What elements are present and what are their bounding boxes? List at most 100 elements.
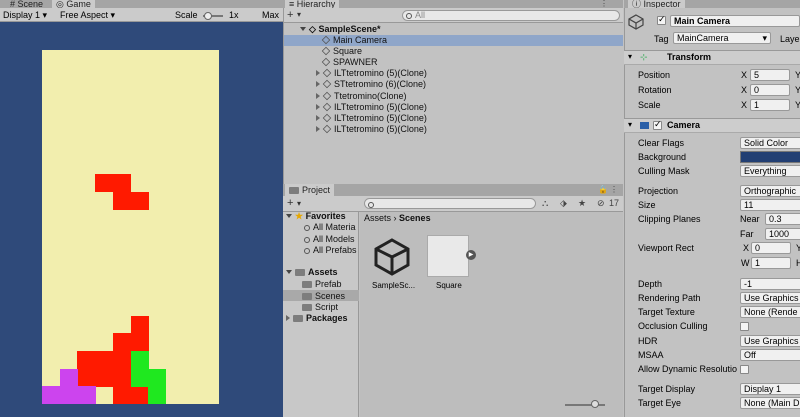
favorite-search-item[interactable]: All Models (304, 234, 355, 245)
rendering-path-label: Rendering Path (638, 293, 701, 303)
hierarchy-item[interactable]: ILTtetromino (5)(Clone) (316, 102, 427, 113)
expand-arrow-icon[interactable] (316, 81, 320, 88)
sprite-square-icon[interactable] (427, 235, 469, 277)
play-expand-icon[interactable]: ▶ (466, 250, 476, 260)
asset-folder-item[interactable]: Script (302, 302, 338, 313)
favorite-search-item[interactable]: All Prefabs (304, 245, 357, 256)
hierarchy-search-input[interactable]: All (402, 10, 620, 21)
favorite-search-item[interactable]: All Materia (304, 222, 356, 233)
camera-icon (640, 122, 649, 129)
menu-dots-icon[interactable]: ⋮ (610, 185, 618, 194)
clear-flags-dropdown[interactable]: Solid Color (740, 137, 800, 149)
active-checkbox[interactable]: ✓ (657, 14, 666, 25)
folder-icon (302, 304, 312, 311)
filter-type-icon[interactable]: ⛬ (542, 198, 548, 209)
target-texture-field[interactable]: None (Rende (740, 306, 800, 318)
chevron-down-icon[interactable]: ▾ (297, 9, 301, 21)
axis-y-label: Y (795, 85, 800, 95)
hdr-dropdown[interactable]: Use Graphics (740, 335, 800, 347)
axis-x-label: X (741, 100, 748, 110)
tab-project[interactable]: Project (285, 184, 335, 196)
asset-folder-item[interactable]: Prefab (302, 279, 342, 290)
gameobject-icon (628, 14, 644, 30)
object-name-field[interactable]: Main Camera (670, 15, 800, 27)
hierarchy-item-label: Ttetromino(Clone) (334, 90, 407, 101)
axis-x-field[interactable]: 5 (750, 69, 790, 81)
favorite-label: All Prefabs (313, 245, 357, 255)
asset-count: 17 (609, 198, 620, 208)
camera-header[interactable] (624, 118, 800, 133)
breadcrumb-scenes[interactable]: Scenes (399, 213, 431, 223)
assets-item[interactable]: Assets (286, 267, 338, 278)
hierarchy-item-label: SPAWNER (333, 57, 378, 68)
size-field[interactable]: 11 (740, 199, 800, 211)
target-eye-dropdown[interactable]: None (Main D (740, 397, 800, 409)
tab-inspector[interactable]: ⓘ Inspector (628, 0, 685, 9)
add-button[interactable]: + (287, 9, 293, 21)
folder-icon (295, 269, 305, 276)
hierarchy-item[interactable]: ILTtetromino (5)(Clone) (316, 113, 427, 124)
expand-arrow-icon[interactable] (316, 70, 320, 77)
viewport-w-field[interactable]: 1 (751, 257, 791, 269)
hierarchy-item[interactable]: ILTtetromino (5)(Clone) (316, 68, 427, 79)
hierarchy-item-label: ILTtetromino (5)(Clone) (334, 123, 427, 134)
tetromino-block (42, 386, 61, 405)
target-display-dropdown[interactable]: Display 1 (740, 383, 800, 395)
tag-dropdown[interactable]: MainCamera ▾ (673, 32, 771, 44)
project-search-input[interactable] (364, 198, 536, 209)
tab-scene[interactable]: # Scene (6, 0, 48, 9)
rendering-path-dropdown[interactable]: Use Graphics (740, 292, 800, 304)
star-icon[interactable]: ★ (578, 198, 586, 209)
hierarchy-item[interactable]: SPAWNER (321, 57, 378, 68)
aspect-dropdown[interactable]: Free Aspect ▾ (60, 9, 115, 21)
tab-game[interactable]: ◎ Game (52, 0, 95, 9)
hierarchy-menu-icon[interactable]: ⋮ (600, 0, 608, 8)
packages-item[interactable]: Packages (286, 313, 348, 324)
axis-x-field[interactable]: 0 (750, 84, 790, 96)
tab-hierarchy[interactable]: ≡ Hierarchy (285, 0, 340, 9)
chevron-down-icon[interactable]: ▾ (297, 197, 301, 210)
breadcrumb-assets[interactable]: Assets (364, 213, 391, 223)
scene-root-item[interactable]: ◇ SampleScene* (300, 24, 380, 35)
favorites-item[interactable]: ★ Favorites (286, 211, 346, 222)
viewport-x-field[interactable]: 0 (751, 242, 791, 254)
icon-size-slider[interactable] (565, 404, 605, 406)
visibility-icon[interactable]: ⊘ (597, 198, 605, 209)
transform-header[interactable] (624, 50, 800, 65)
asset-folder-item[interactable]: Scenes (302, 291, 345, 302)
hierarchy-item[interactable]: Square (321, 46, 362, 57)
folder-icon (302, 292, 312, 300)
folder-label: Script (315, 302, 339, 312)
culling-mask-dropdown[interactable]: Everything (740, 165, 800, 177)
scale-label: Scale (175, 10, 198, 20)
depth-field[interactable]: -1 (740, 278, 800, 290)
display-dropdown[interactable]: Display 1 ▾ (3, 9, 47, 21)
tag-icon[interactable]: ⬗ (560, 198, 567, 209)
hierarchy-item[interactable]: Main Camera (321, 35, 387, 46)
camera-enabled-checkbox[interactable]: ✓ (653, 119, 662, 130)
scale-slider-handle[interactable] (204, 12, 212, 20)
project-add-button[interactable]: + (287, 197, 293, 210)
hierarchy-item[interactable]: STtetromino (6)(Clone) (316, 79, 426, 90)
lock-icon[interactable]: 🔒 (598, 185, 608, 194)
background-color-swatch[interactable] (740, 151, 800, 163)
occlusion-culling-checkbox[interactable] (740, 322, 749, 331)
dynamic-resolution-checkbox[interactable] (740, 365, 749, 374)
axis-x-field[interactable]: 1 (750, 99, 790, 111)
gameobject-icon (322, 91, 332, 100)
projection-dropdown[interactable]: Orthographic (740, 185, 800, 197)
far-field[interactable]: 1000 (765, 228, 800, 240)
scene-file-thumbnail[interactable] (370, 234, 414, 278)
tetromino-block (112, 333, 131, 352)
expand-arrow-icon[interactable] (316, 92, 320, 99)
near-field[interactable]: 0.3 (765, 213, 800, 225)
hierarchy-item[interactable]: ILTtetromino (5)(Clone) (316, 124, 427, 135)
tag-label: Tag (654, 34, 669, 44)
msaa-dropdown[interactable]: Off (740, 349, 800, 361)
expand-arrow-icon[interactable] (316, 114, 320, 121)
hierarchy-item[interactable]: Ttetromino(Clone) (316, 91, 407, 102)
expand-arrow-icon[interactable] (316, 103, 320, 110)
expand-arrow-icon[interactable] (316, 125, 320, 132)
maximize-toggle[interactable]: Max (262, 9, 279, 21)
icon-size-handle[interactable] (591, 400, 599, 408)
